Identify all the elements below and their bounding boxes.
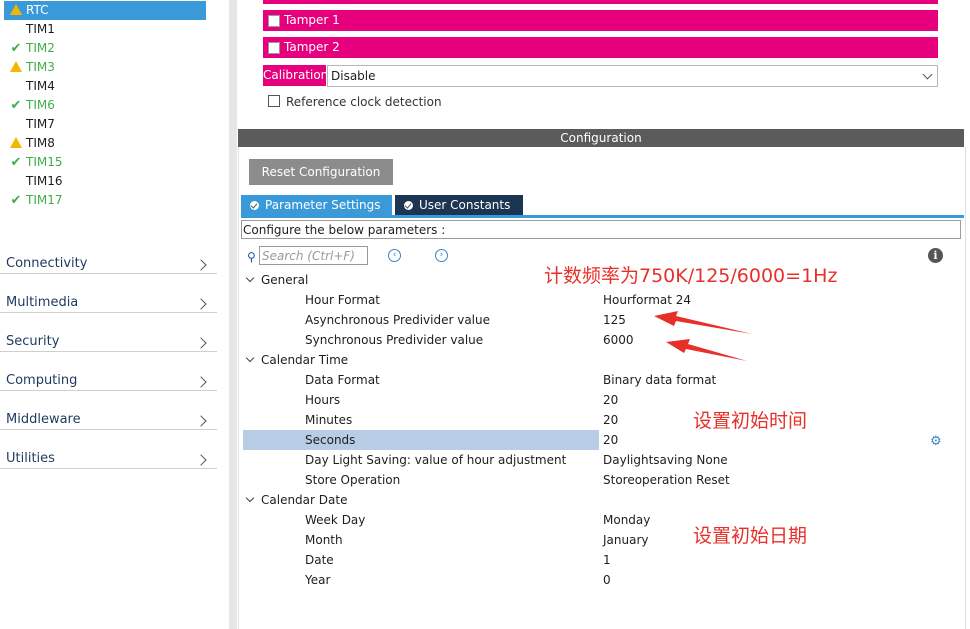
arrow-to-sync-value [666, 339, 747, 361]
arrow-to-async-value [654, 311, 752, 334]
annotation-arrows [654, 311, 752, 361]
